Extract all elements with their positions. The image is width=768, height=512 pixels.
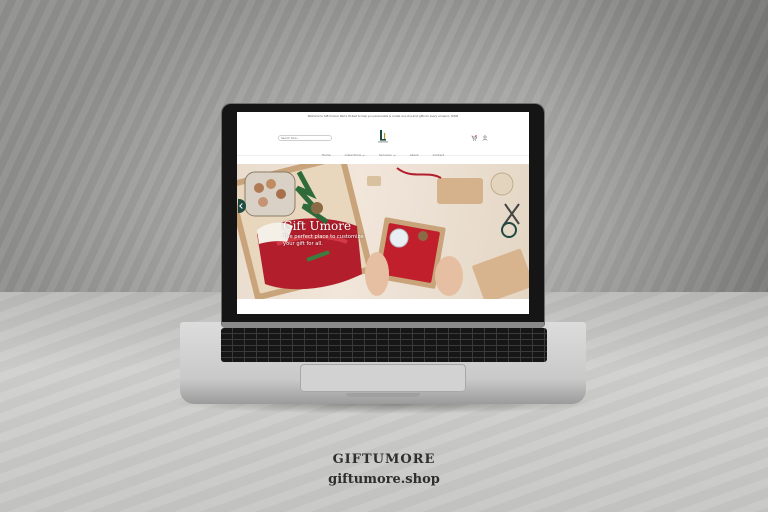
hero-banner: Gift Umore The perfect place to customiz…: [237, 164, 529, 299]
nav-item-contact[interactable]: Contact: [433, 150, 445, 160]
laptop-trackpad: [300, 364, 466, 392]
laptop-keyboard: [221, 328, 547, 362]
url-caption: giftumore.shop: [328, 472, 440, 487]
nav-item-about[interactable]: About: [410, 150, 419, 160]
header-icons: [471, 135, 488, 141]
cart-icon[interactable]: [471, 135, 477, 141]
laptop-hinge: [222, 322, 544, 328]
search-input[interactable]: [278, 135, 332, 141]
announcement-bar: Welcome to Gift Umore! We're thrilled to…: [237, 112, 529, 120]
main-nav: Home Collections Services About Contact: [237, 150, 529, 160]
laptop-screen: Welcome to Gift Umore! We're thrilled to…: [237, 112, 529, 314]
announcement-text: Welcome to Gift Umore! We're thrilled to…: [307, 114, 459, 118]
nav-item-services[interactable]: Services: [379, 150, 396, 160]
chevron-down-icon: [392, 154, 396, 156]
hero-gift-photo: [237, 164, 529, 299]
nav-item-home[interactable]: Home: [322, 150, 331, 160]
laptop-notch: [346, 393, 420, 397]
hero-title: Gift Umore: [283, 219, 352, 233]
nav-label: Contact: [432, 153, 445, 157]
chevron-down-icon: [362, 154, 365, 156]
page-below-hero: [237, 299, 529, 314]
nav-label: Services: [379, 153, 392, 157]
nav-item-collections[interactable]: Collections: [345, 150, 365, 160]
nav-label: Home: [321, 153, 331, 157]
nav-label: Collections: [344, 153, 362, 157]
gift-umore-logo[interactable]: [377, 129, 389, 143]
nav-label: About: [409, 153, 419, 157]
wall-shadow: [540, 0, 768, 292]
hero-subtitle: The perfect place to customize your gift…: [283, 234, 364, 247]
user-icon[interactable]: [482, 135, 488, 141]
brand-caption: GIFTUMORE: [332, 452, 436, 467]
